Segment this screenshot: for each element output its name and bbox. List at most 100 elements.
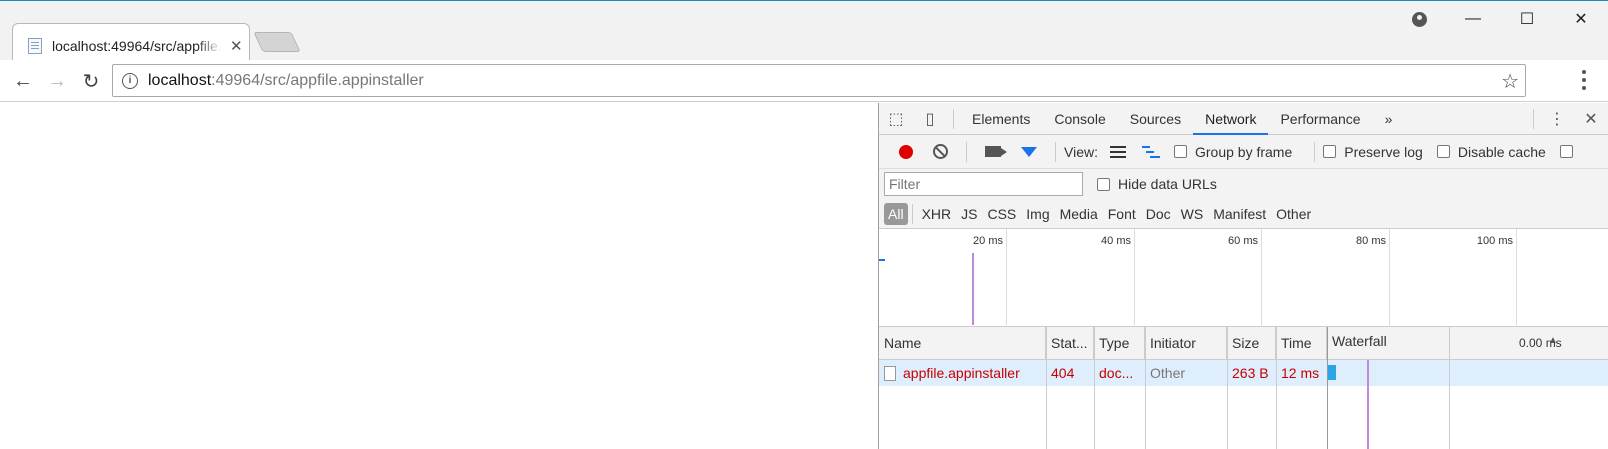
divider [953,108,954,129]
checkbox-box[interactable] [1323,145,1337,158]
resource-type-filters: All XHR JS CSS Img Media Font Doc WS Man… [879,199,1608,229]
network-toolbar: View: Group by frame Preserve log Disabl… [879,135,1608,169]
close-window-button[interactable]: ✕ [1554,1,1608,37]
tab-elements[interactable]: Elements [960,103,1042,135]
large-rows-icon[interactable] [1109,145,1126,158]
profile-icon [1411,11,1427,27]
devtools-menu-icon[interactable]: ⋮ [1540,103,1574,135]
type-filter-img[interactable]: Img [1021,206,1054,222]
address-bar[interactable]: i localhost:49964/src/appfile.appinstall… [112,64,1526,97]
checkbox-box[interactable] [1097,177,1110,191]
browser-menu-icon[interactable] [1582,70,1586,90]
type-filter-js[interactable]: JS [956,206,982,222]
column-time[interactable]: Time [1276,327,1327,360]
browser-tab-content[interactable]: localhost:49964/src/appfile.appinstaller… [28,35,250,57]
preserve-log-checkbox[interactable]: Preserve log [1323,144,1423,160]
request-time: 12 ms [1281,365,1320,381]
show-overview-icon[interactable] [1141,145,1160,158]
table-row[interactable]: appfile.appinstaller 404 doc... Other 26… [879,360,1608,386]
tab-performance[interactable]: Performance [1268,103,1372,135]
offline-checkbox[interactable] [1559,145,1573,158]
minimize-button[interactable]: — [1446,1,1500,37]
hide-data-urls-checkbox[interactable]: Hide data URLs [1097,176,1217,192]
column-divider [1094,327,1095,449]
profile-button[interactable] [1392,1,1446,37]
type-filter-ws[interactable]: WS [1176,206,1209,222]
url-host: localhost [148,71,212,89]
overview-tick-label: 60 ms [1228,235,1258,247]
bookmark-star-icon[interactable]: ☆ [1501,69,1519,94]
type-filter-media[interactable]: Media [1055,206,1103,222]
capture-screenshots-icon[interactable] [985,146,1007,157]
more-tabs-button[interactable]: » [1373,103,1405,135]
devtools-actions: ⋮ ✕ [1527,103,1608,135]
overview-tick-label: 40 ms [1101,235,1131,247]
new-tab-button[interactable] [253,32,301,52]
tab-title: localhost:49964/src/appfile.appinstaller [52,38,222,54]
type-filter-xhr[interactable]: XHR [917,206,957,222]
tab-network[interactable]: Network [1193,103,1269,135]
disable-cache-checkbox[interactable]: Disable cache [1436,144,1546,160]
network-overview[interactable]: 20 ms 40 ms 60 ms 80 ms 100 ms [879,229,1608,327]
url-path: :49964/src/appfile.appinstaller [211,71,424,89]
filter-row: Hide data URLs [879,169,1608,199]
site-info-icon[interactable]: i [122,72,138,89]
type-filter-all[interactable]: All [884,202,908,225]
waterfall-gridline [1449,327,1450,449]
group-by-frame-label: Group by frame [1194,143,1293,160]
column-divider [1046,327,1047,449]
device-toolbar-icon[interactable]: ▯ [913,103,947,135]
tab-close-icon[interactable]: ✕ [230,37,243,55]
column-waterfall[interactable]: Waterfall [1327,327,1608,360]
tab-sources[interactable]: Sources [1118,103,1193,135]
checkbox-box[interactable] [1173,145,1187,158]
column-status[interactable]: Stat... [1046,327,1094,360]
overview-gridline [1134,229,1135,327]
divider [1055,141,1056,162]
back-button[interactable]: ← [8,66,38,96]
devtools-tabbar: ⬚ ▯ Elements Console Sources Network Per… [879,103,1608,135]
type-filter-doc[interactable]: Doc [1141,206,1176,222]
request-size: 263 B [1232,365,1269,381]
maximize-button[interactable]: ☐ [1500,1,1554,37]
type-filter-other[interactable]: Other [1271,206,1316,222]
view-label: View: [1064,143,1098,160]
overview-gridline [1389,229,1390,327]
type-filter-css[interactable]: CSS [982,206,1021,222]
request-name-cell[interactable]: appfile.appinstaller [879,360,1046,386]
forward-button[interactable]: → [42,66,72,96]
sort-ascending-icon[interactable]: ▲ [1548,335,1558,346]
column-type[interactable]: Type [1094,327,1145,360]
record-icon[interactable] [899,144,913,159]
overview-tick-label: 100 ms [1476,235,1513,247]
window-controls: — ☐ ✕ [1392,1,1608,37]
column-divider [1227,327,1228,449]
column-name[interactable]: Name [879,327,1046,360]
column-divider [1145,327,1146,449]
filter-input[interactable] [884,172,1083,196]
document-icon [884,366,896,381]
overview-gridline [1261,229,1262,327]
column-size[interactable]: Size [1227,327,1276,360]
clear-icon[interactable] [933,144,948,159]
group-by-frame-checkbox[interactable]: Group by frame [1173,143,1293,160]
overview-tick-label: 80 ms [1356,235,1386,247]
request-initiator: Other [1150,365,1186,381]
reload-button[interactable]: ↻ [76,66,106,96]
type-filter-manifest[interactable]: Manifest [1208,206,1271,222]
column-initiator[interactable]: Initiator [1145,327,1227,360]
tab-console[interactable]: Console [1042,103,1117,135]
column-divider [1276,327,1277,449]
type-filter-font[interactable]: Font [1103,206,1141,222]
inspect-element-icon[interactable]: ⬚ [879,103,913,135]
page-viewport [0,103,878,449]
preserve-log-label: Preserve log [1344,143,1423,160]
request-type: doc... [1099,365,1134,381]
filter-icon[interactable] [1021,146,1037,157]
devtools-panel: ⬚ ▯ Elements Console Sources Network Per… [878,103,1608,449]
checkbox-box[interactable] [1436,145,1450,158]
devtools-close-icon[interactable]: ✕ [1574,103,1608,135]
overview-request-bar [879,259,885,261]
network-table-header: Name Stat... Type Initiator Size Time Wa… [879,327,1608,360]
overview-tick-label: 20 ms [973,235,1003,247]
